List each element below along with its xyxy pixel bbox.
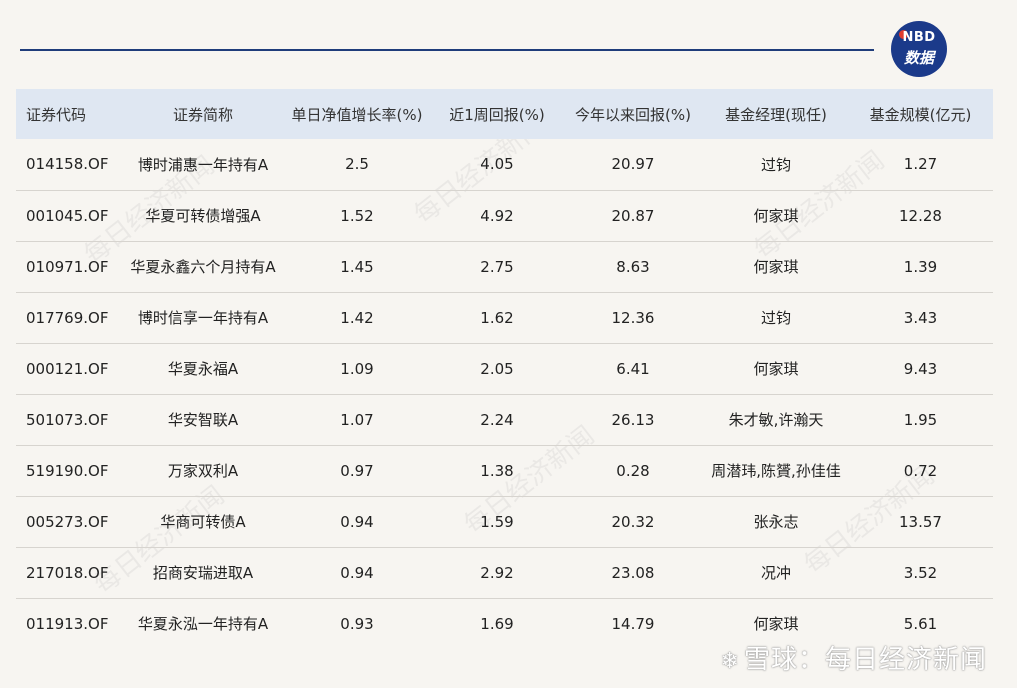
cell-week-return: 2.05 [480,359,514,378]
cell-week-return: 2.24 [480,410,514,429]
cell-fund-size: 12.28 [899,206,942,225]
fund-table: 证券代码 证券简称 单日净值增长率(%) 近1周回报(%) 今年以来回报(%) … [16,89,993,649]
header-ytd-return: 今年以来回报(%) [575,105,691,124]
logo-text-data: 数据 [903,49,934,67]
table-row: 005273.OF 华商可转债A 0.94 1.59 20.32 张永志 13.57 [16,496,993,547]
cell-manager: 朱才敏,许瀚天 [728,411,824,429]
header-code: 证券代码 [26,105,87,124]
cell-ytd-return: 20.97 [611,155,655,174]
cell-manager: 何家琪 [753,360,799,378]
header-fund-size: 基金规模(亿元) [869,105,972,124]
cell-manager: 过钧 [760,309,791,327]
cell-daily-growth: 0.97 [340,461,374,480]
footer-watermark: ❄ 雪球：每日经济新闻 [721,639,987,676]
cell-ytd-return: 12.36 [611,308,655,327]
cell-fund-size: 3.52 [903,563,938,582]
cell-manager: 况冲 [760,564,791,582]
table-body: 014158.OF 博时浦惠一年持有A 2.5 4.05 20.97 过钧 1.27 0010… [16,139,993,649]
cell-week-return: 1.62 [480,308,514,327]
cell-ytd-return: 8.63 [616,257,650,276]
cell-daily-growth: 0.93 [340,614,374,633]
cell-week-return: 1.69 [480,614,514,633]
cell-week-return: 2.92 [480,563,514,582]
cell-week-return: 4.92 [480,206,514,225]
cell-ytd-return: 20.87 [611,206,655,225]
table-row: 000121.OF 华夏永福A 1.09 2.05 6.41 何家琪 9.43 [16,343,993,394]
cell-code: 519190.OF [26,461,109,480]
cell-name: 华夏永泓一年持有A [137,615,269,634]
cell-name: 招商安瑞进取A [152,564,254,582]
cell-code: 011913.OF [26,614,109,633]
cell-code: 017769.OF [26,308,109,327]
nbd-logo: NBD 数据 [891,21,947,77]
cell-ytd-return: 20.32 [611,512,655,531]
header-daily-growth: 单日净值增长率(%) [291,105,423,124]
logo-text-nbd: NBD [902,30,936,45]
cell-name: 华安智联A [167,411,239,429]
cell-daily-growth: 1.42 [340,308,374,327]
header-week-return: 近1周回报(%) [449,105,545,124]
cell-code: 005273.OF [26,512,109,531]
cell-daily-growth: 1.45 [340,257,374,276]
cell-name: 华夏永鑫六个月持有A [130,258,276,276]
cell-name: 华夏可转债增强A [145,207,261,225]
table-header-row: 证券代码 证券简称 单日净值增长率(%) 近1周回报(%) 今年以来回报(%) … [16,89,993,139]
header-rule [20,49,874,51]
cell-daily-growth: 0.94 [340,563,374,582]
table-row: 001045.OF 华夏可转债增强A 1.52 4.92 20.87 何家琪 12.28 [16,190,993,241]
cell-ytd-return: 0.28 [616,461,650,480]
cell-code: 010971.OF [26,257,109,276]
cell-name: 博时浦惠一年持有A [137,155,269,174]
cell-manager: 何家琪 [753,258,799,276]
cell-daily-growth: 1.09 [340,359,374,378]
cell-week-return: 1.59 [480,512,514,531]
cell-manager: 过钧 [760,155,791,174]
cell-code: 014158.OF [26,155,109,174]
cell-code: 501073.OF [26,410,109,429]
table-row: 519190.OF 万家双利A 0.97 1.38 0.28 周潜玮,陈贇,孙佳佳 0.72 [16,445,993,496]
cell-fund-size: 1.39 [903,257,938,276]
cell-ytd-return: 14.79 [611,614,655,633]
cell-manager: 周潜玮,陈贇,孙佳佳 [711,462,841,480]
cell-name: 万家双利A [167,462,239,480]
cell-ytd-return: 6.41 [616,359,650,378]
cell-code: 000121.OF [26,359,109,378]
cell-fund-size: 1.95 [903,410,938,429]
header-name: 证券简称 [172,105,233,124]
cell-fund-size: 0.72 [903,461,938,480]
cell-fund-size: 1.27 [903,155,938,174]
cell-fund-size: 13.57 [899,512,942,531]
cell-week-return: 1.38 [480,461,514,480]
cell-ytd-return: 23.08 [611,563,655,582]
cell-daily-growth: 1.07 [340,410,374,429]
cell-week-return: 2.75 [480,257,514,276]
snowball-icon: ❄ [720,649,740,674]
header-manager: 基金经理(现任) [725,105,827,124]
cell-ytd-return: 26.13 [611,410,655,429]
table-row: 014158.OF 博时浦惠一年持有A 2.5 4.05 20.97 过钧 1.27 [16,139,993,190]
cell-name: 华商可转债A [160,513,246,531]
cell-name: 博时信享一年持有A [137,309,269,327]
table-row: 010971.OF 华夏永鑫六个月持有A 1.45 2.75 8.63 何家琪 1.39 [16,241,993,292]
cell-code: 217018.OF [26,563,109,582]
cell-week-return: 4.05 [480,155,514,174]
cell-manager: 张永志 [753,513,799,531]
cell-name: 华夏永福A [167,360,239,378]
cell-daily-growth: 1.52 [340,206,374,225]
table-row: 217018.OF 招商安瑞进取A 0.94 2.92 23.08 况冲 3.52 [16,547,993,598]
table-row: 017769.OF 博时信享一年持有A 1.42 1.62 12.36 过钧 3.43 [16,292,993,343]
cell-manager: 何家琪 [753,207,799,225]
cell-daily-growth: 2.5 [345,155,369,174]
footer-text: 雪球：每日经济新闻 [743,645,987,675]
cell-fund-size: 9.43 [903,359,938,378]
cell-code: 001045.OF [26,206,109,225]
cell-daily-growth: 0.94 [340,512,374,531]
cell-fund-size: 3.43 [903,308,938,327]
table-row: 501073.OF 华安智联A 1.07 2.24 26.13 朱才敏,许瀚天 1.95 [16,394,993,445]
